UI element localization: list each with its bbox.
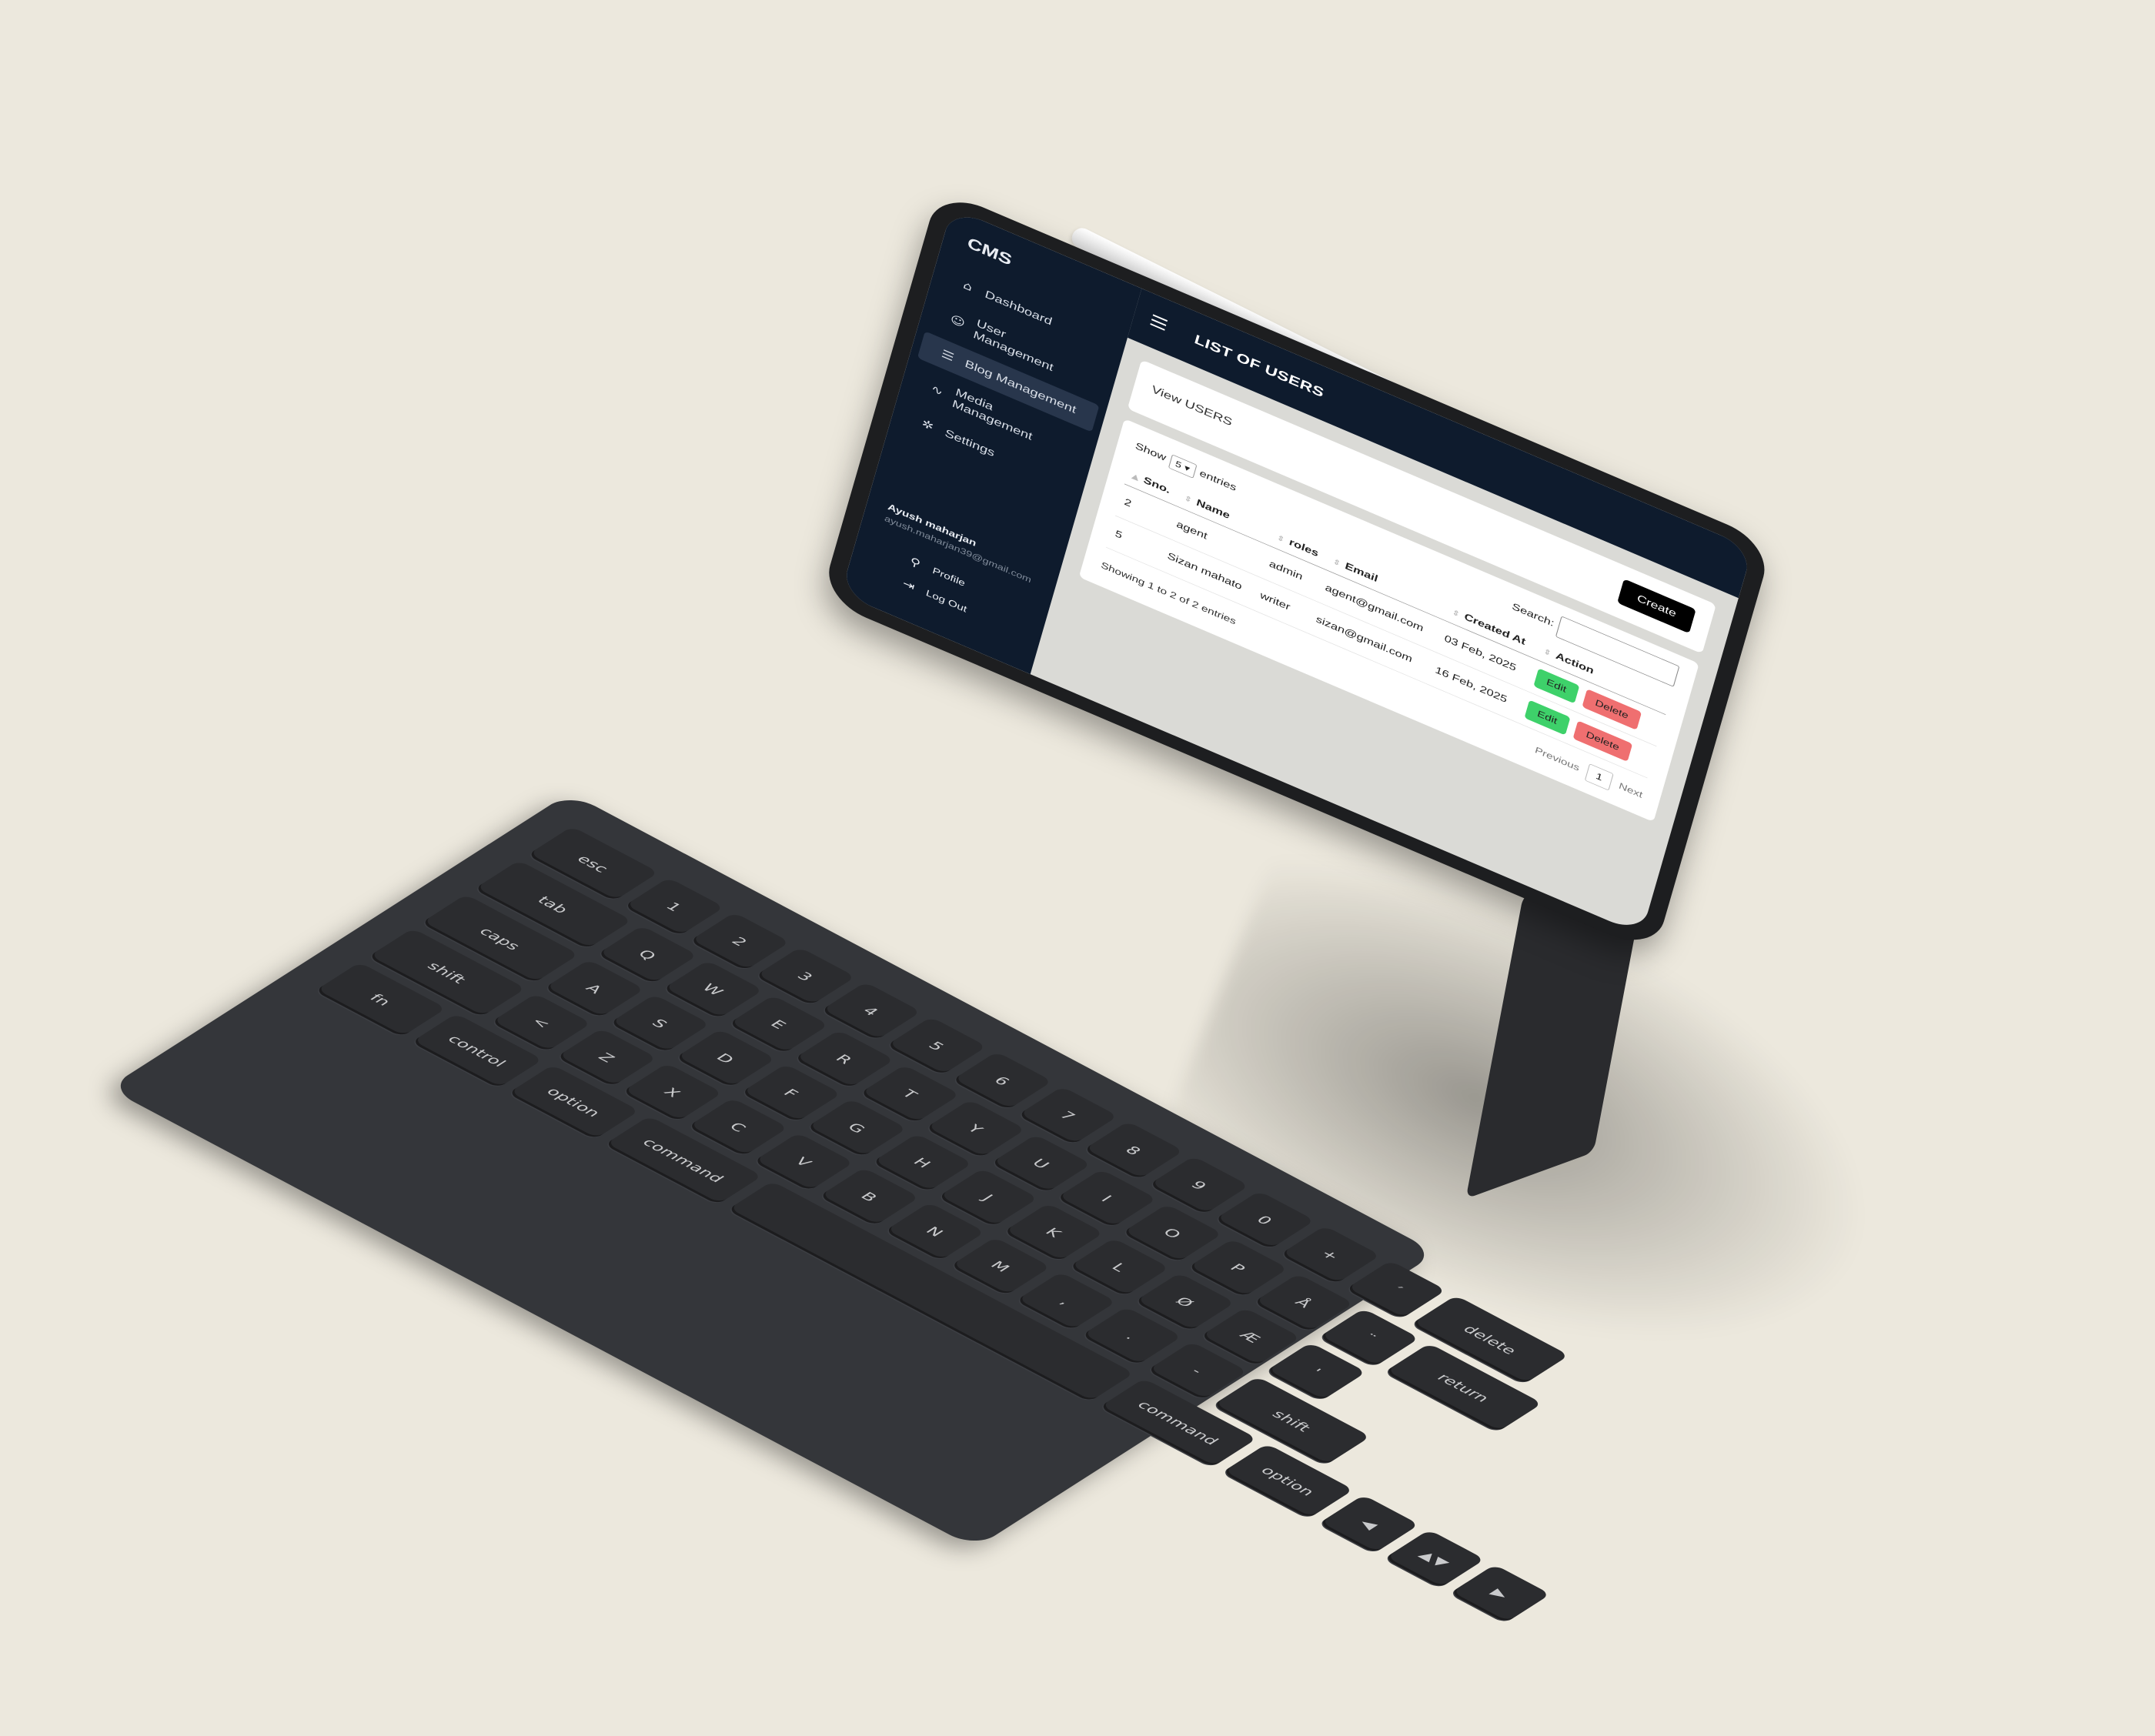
pagination-page[interactable]: 1 — [1584, 763, 1614, 791]
gear-icon: ✲ — [920, 416, 935, 434]
entries-select[interactable]: 5 ▾ — [1168, 453, 1198, 479]
show-label: Show — [1134, 441, 1168, 463]
entries-label: entries — [1198, 468, 1238, 493]
pagination-next[interactable]: Next — [1618, 781, 1644, 800]
sort-icon: ⇕ — [1275, 532, 1286, 545]
activity-icon: ∿ — [930, 382, 945, 399]
smart-keyboard: esc 1 2 3 4 5 6 7 8 9 0 + ´ delete tab Q W E R T Y U I O P Å ¨ retu… — [108, 793, 1569, 1623]
search-label: Search: — [1510, 601, 1555, 629]
logout-icon: ⇥ — [901, 576, 917, 594]
sort-icon: ⇕ — [1331, 556, 1342, 569]
keyboard-key[interactable]: shift — [1212, 1376, 1371, 1466]
user-panel: Ayush maharjan ayush.maharjan39@gmail.co… — [847, 493, 1060, 653]
keyboard-key[interactable]: ▶ — [1449, 1564, 1551, 1623]
pagination-previous[interactable]: Previous — [1534, 745, 1581, 773]
column-label: Sno. — [1142, 475, 1171, 496]
view-users-label: View USERS — [1150, 382, 1234, 429]
user-icon: ☺ — [948, 312, 967, 330]
main-area: ☰ LIST OF USERS View USERS Create Show 5… — [1031, 288, 1753, 935]
menu-toggle-icon[interactable]: ☰ — [1148, 312, 1170, 336]
create-button[interactable]: Create — [1617, 579, 1696, 634]
entries-select-value: 5 — [1174, 458, 1183, 470]
sort-icon: ⇕ — [1451, 607, 1462, 619]
list-icon: ☰ — [940, 347, 956, 365]
sort-icon: ⇕ — [1542, 646, 1552, 658]
pin-icon: ⚲ — [908, 555, 922, 571]
keyboard-row: caps A S D F G H J K L Ø Æ ' — [420, 894, 1367, 1401]
chevron-down-icon: ▾ — [1183, 462, 1191, 473]
sort-icon: ⇕ — [1183, 493, 1194, 505]
home-icon: ⌂ — [961, 279, 974, 295]
sort-icon: ▲ — [1131, 471, 1141, 482]
